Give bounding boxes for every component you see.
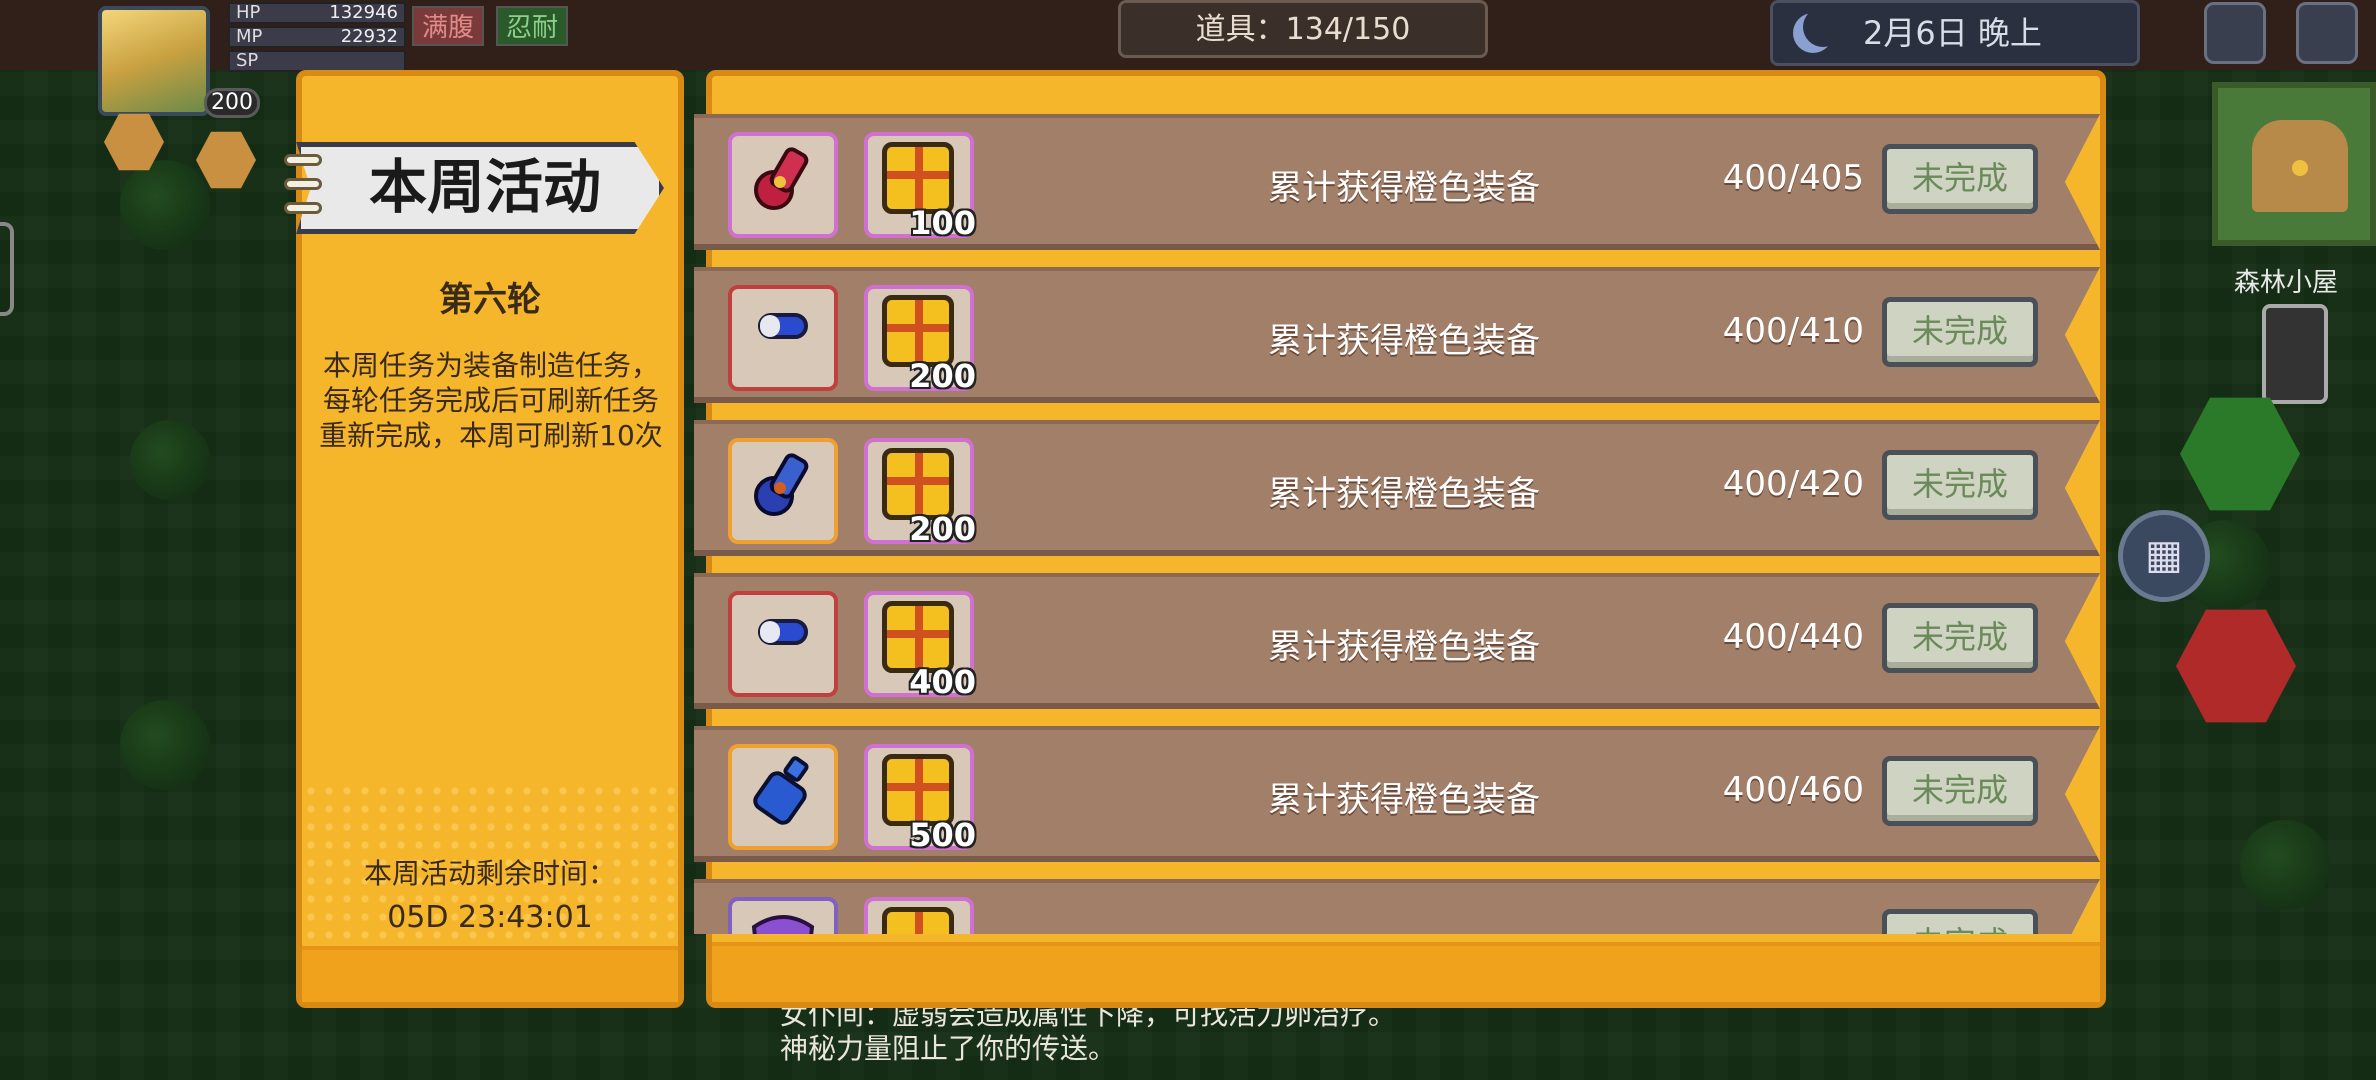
binder-rings — [284, 154, 324, 226]
gift-box-icon — [882, 907, 954, 934]
exit-icon[interactable] — [2296, 2, 2358, 64]
hp-bar: HP 132946 — [228, 2, 406, 24]
task-status-button[interactable]: 未完成 — [1882, 297, 2038, 367]
task-progress: 400/460 — [1722, 770, 1864, 810]
level-badge: 200 — [204, 88, 260, 118]
task-name: 累计获得橙色装备 — [1268, 321, 1540, 361]
event-title: 本周活动 — [296, 142, 664, 234]
hp-label: HP — [236, 2, 261, 23]
task-name: 累计获得橙色装备 — [1268, 168, 1540, 208]
task-name: 累计获得橙色装备 — [1268, 780, 1540, 820]
hp-value: 132946 — [329, 2, 398, 23]
reward-slot[interactable]: 100 — [864, 132, 976, 242]
reward-slot[interactable]: 200 — [864, 285, 976, 395]
reward-slot[interactable]: 400 — [864, 591, 976, 701]
task-status-button[interactable]: 未完成 — [1882, 603, 2038, 673]
status-bars: HP 132946 MP 22932 SP — [228, 2, 406, 74]
mp-label: MP — [236, 26, 263, 47]
item-slot[interactable] — [728, 897, 838, 934]
task-progress: 400/410 — [1722, 311, 1864, 351]
status-tag-full[interactable]: 满腹 — [412, 6, 485, 46]
task-row: 累计获得橙色装备 未完成 — [694, 879, 2100, 934]
sp-label: SP — [236, 50, 259, 71]
remaining-time-label: 本周活动剩余时间： — [363, 857, 616, 890]
chat-line: 神秘力量阻止了你的传送。 — [780, 1032, 1117, 1065]
event-description: 本周任务为装备制造任务，每轮任务完成后可刷新任务重新完成，本周可刷新10次 — [319, 349, 663, 452]
phone-icon[interactable] — [2262, 304, 2328, 404]
location-name: 森林小屋 — [2233, 268, 2338, 298]
panel-footer — [712, 942, 2100, 1002]
item-slot[interactable] — [728, 285, 838, 391]
avatar[interactable] — [98, 6, 210, 116]
task-status-button[interactable]: 未完成 — [1882, 909, 2038, 934]
sp-bar: SP — [228, 50, 406, 72]
reward-slot[interactable]: 200 — [864, 438, 976, 548]
task-row: 500 累计获得橙色装备 400/460 未完成 — [694, 726, 2100, 862]
red-scroll-icon — [754, 147, 809, 210]
book-icon[interactable]: ▦ — [2118, 510, 2210, 602]
reward-count: 500 — [909, 816, 976, 854]
minimap[interactable] — [2212, 82, 2376, 246]
task-status-button[interactable]: 未完成 — [1882, 756, 2038, 826]
task-status-button[interactable]: 未完成 — [1882, 144, 2038, 214]
item-slot[interactable] — [728, 132, 838, 238]
blue-potion-icon — [753, 756, 809, 825]
task-name: 累计获得橙色装备 — [1268, 474, 1540, 514]
date-label: 2月6日 晚上 — [1863, 14, 2042, 52]
round-label: 第六轮 — [439, 280, 541, 320]
task-name: 累计获得橙色装备 — [1194, 925, 1614, 934]
task-progress: 400/440 — [1722, 617, 1864, 657]
purple-mask-icon — [751, 915, 815, 934]
player-marker-icon — [2292, 160, 2308, 176]
panel-footer — [302, 946, 678, 1002]
date-display: 2月6日 晚上 — [1770, 0, 2140, 66]
task-row: 200 累计获得橙色装备 400/420 未完成 — [694, 420, 2100, 556]
task-row: 200 累计获得橙色装备 400/410 未完成 — [694, 267, 2100, 403]
task-progress: 400/420 — [1722, 464, 1864, 504]
network-icon[interactable] — [2204, 2, 2266, 64]
chat-log: 女仆间：虚弱会造成属性下降，可找活力卵治疗。 神秘力量阻止了你的传送。 — [780, 998, 1540, 1066]
blue-scroll-icon — [754, 453, 809, 516]
remaining-time-value: 05D 23:43:01 — [387, 900, 593, 935]
moon-icon — [1793, 13, 1833, 53]
reward-slot[interactable]: 500 — [864, 744, 976, 854]
reward-count: 200 — [909, 510, 976, 548]
mp-value: 22932 — [340, 26, 398, 47]
task-list[interactable]: 100 累计获得橙色装备 400/405 未完成 200 累计获得橙色装备 40… — [690, 108, 2106, 934]
ring — [284, 202, 322, 214]
mp-bar: MP 22932 — [228, 26, 406, 48]
side-drawer-handle[interactable] — [0, 222, 14, 316]
task-status-button[interactable]: 未完成 — [1882, 450, 2038, 520]
inventory-count[interactable]: 道具：134/150 — [1118, 0, 1488, 58]
item-slot[interactable] — [728, 438, 838, 544]
reward-slot[interactable] — [864, 897, 974, 934]
task-progress: 400/405 — [1722, 158, 1864, 198]
ring — [284, 178, 322, 190]
status-tag-endure[interactable]: 忍耐 — [496, 6, 569, 46]
ring — [284, 154, 322, 166]
task-row: 100 累计获得橙色装备 400/405 未完成 — [694, 114, 2100, 250]
item-slot[interactable] — [728, 744, 838, 850]
task-row: 400 累计获得橙色装备 400/440 未完成 — [694, 573, 2100, 709]
reward-count: 400 — [909, 663, 976, 701]
blue-pill-icon — [758, 619, 808, 645]
reward-count: 200 — [909, 357, 976, 395]
blue-pill-icon — [758, 313, 808, 339]
item-slot[interactable] — [728, 591, 838, 697]
task-name: 累计获得橙色装备 — [1268, 627, 1540, 667]
reward-count: 100 — [909, 204, 976, 242]
